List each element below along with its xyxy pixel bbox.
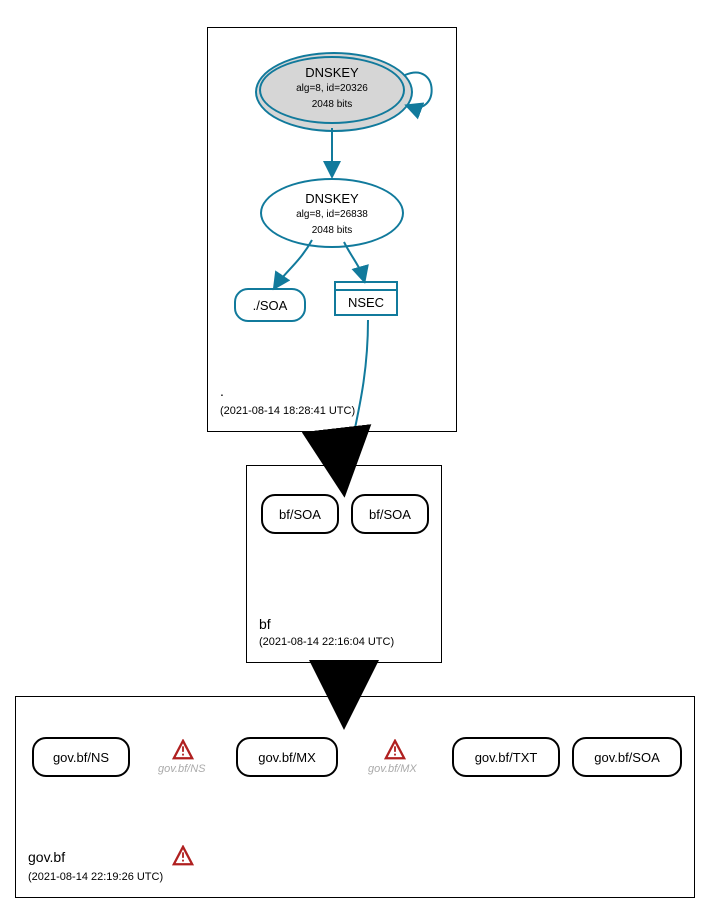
zsk-bits: 2048 bits bbox=[312, 225, 353, 236]
govbf-txt-label: gov.bf/TXT bbox=[475, 750, 538, 765]
dnskey-ksk: DNSKEY alg=8, id=20326 2048 bits bbox=[255, 52, 409, 128]
ksk-bits: 2048 bits bbox=[312, 99, 353, 110]
bf-soa-1: bf/SOA bbox=[261, 494, 339, 534]
govbf-mx-warn-label: gov.bf/MX bbox=[368, 763, 417, 775]
root-soa-label: ./SOA bbox=[253, 298, 288, 313]
root-nsec-label: NSEC bbox=[336, 291, 396, 314]
govbf-ns-warn-label: gov.bf/NS bbox=[158, 763, 206, 775]
govbf-mx-label: gov.bf/MX bbox=[258, 750, 316, 765]
zone-bf-label: bf bbox=[259, 616, 271, 632]
zsk-alg: alg=8, id=26838 bbox=[296, 209, 368, 220]
govbf-mx: gov.bf/MX bbox=[236, 737, 338, 777]
govbf-ns: gov.bf/NS bbox=[32, 737, 130, 777]
bf-soa-2-label: bf/SOA bbox=[369, 507, 411, 522]
zone-root: DNSKEY alg=8, id=20326 2048 bits DNSKEY … bbox=[207, 27, 457, 432]
ksk-title: DNSKEY bbox=[305, 65, 358, 80]
zone-root-label: . bbox=[220, 383, 224, 399]
zone-root-timestamp: (2021-08-14 18:28:41 UTC) bbox=[220, 405, 355, 417]
zone-bf-timestamp: (2021-08-14 22:16:04 UTC) bbox=[259, 636, 394, 648]
warning-icon bbox=[172, 739, 194, 761]
zone-govbf-label: gov.bf bbox=[28, 849, 65, 865]
bf-soa-2: bf/SOA bbox=[351, 494, 429, 534]
zone-govbf: gov.bf/NS gov.bf/NS gov.bf/MX gov.bf/MX … bbox=[15, 696, 695, 898]
dnskey-zsk: DNSKEY alg=8, id=26838 2048 bits bbox=[260, 178, 404, 248]
govbf-soa-label: gov.bf/SOA bbox=[594, 750, 660, 765]
root-soa: ./SOA bbox=[234, 288, 306, 322]
zone-bf: bf/SOA bf/SOA bf (2021-08-14 22:16:04 UT… bbox=[246, 465, 442, 663]
govbf-ns-label: gov.bf/NS bbox=[53, 750, 109, 765]
warning-icon bbox=[172, 845, 194, 867]
zone-govbf-timestamp: (2021-08-14 22:19:26 UTC) bbox=[28, 871, 163, 883]
zsk-title: DNSKEY bbox=[305, 191, 358, 206]
warning-icon bbox=[384, 739, 406, 761]
bf-soa-1-label: bf/SOA bbox=[279, 507, 321, 522]
govbf-soa: gov.bf/SOA bbox=[572, 737, 682, 777]
root-nsec: NSEC bbox=[334, 281, 398, 316]
ksk-alg: alg=8, id=20326 bbox=[296, 83, 368, 94]
govbf-txt: gov.bf/TXT bbox=[452, 737, 560, 777]
edge-root-bf-deleg bbox=[337, 432, 340, 458]
